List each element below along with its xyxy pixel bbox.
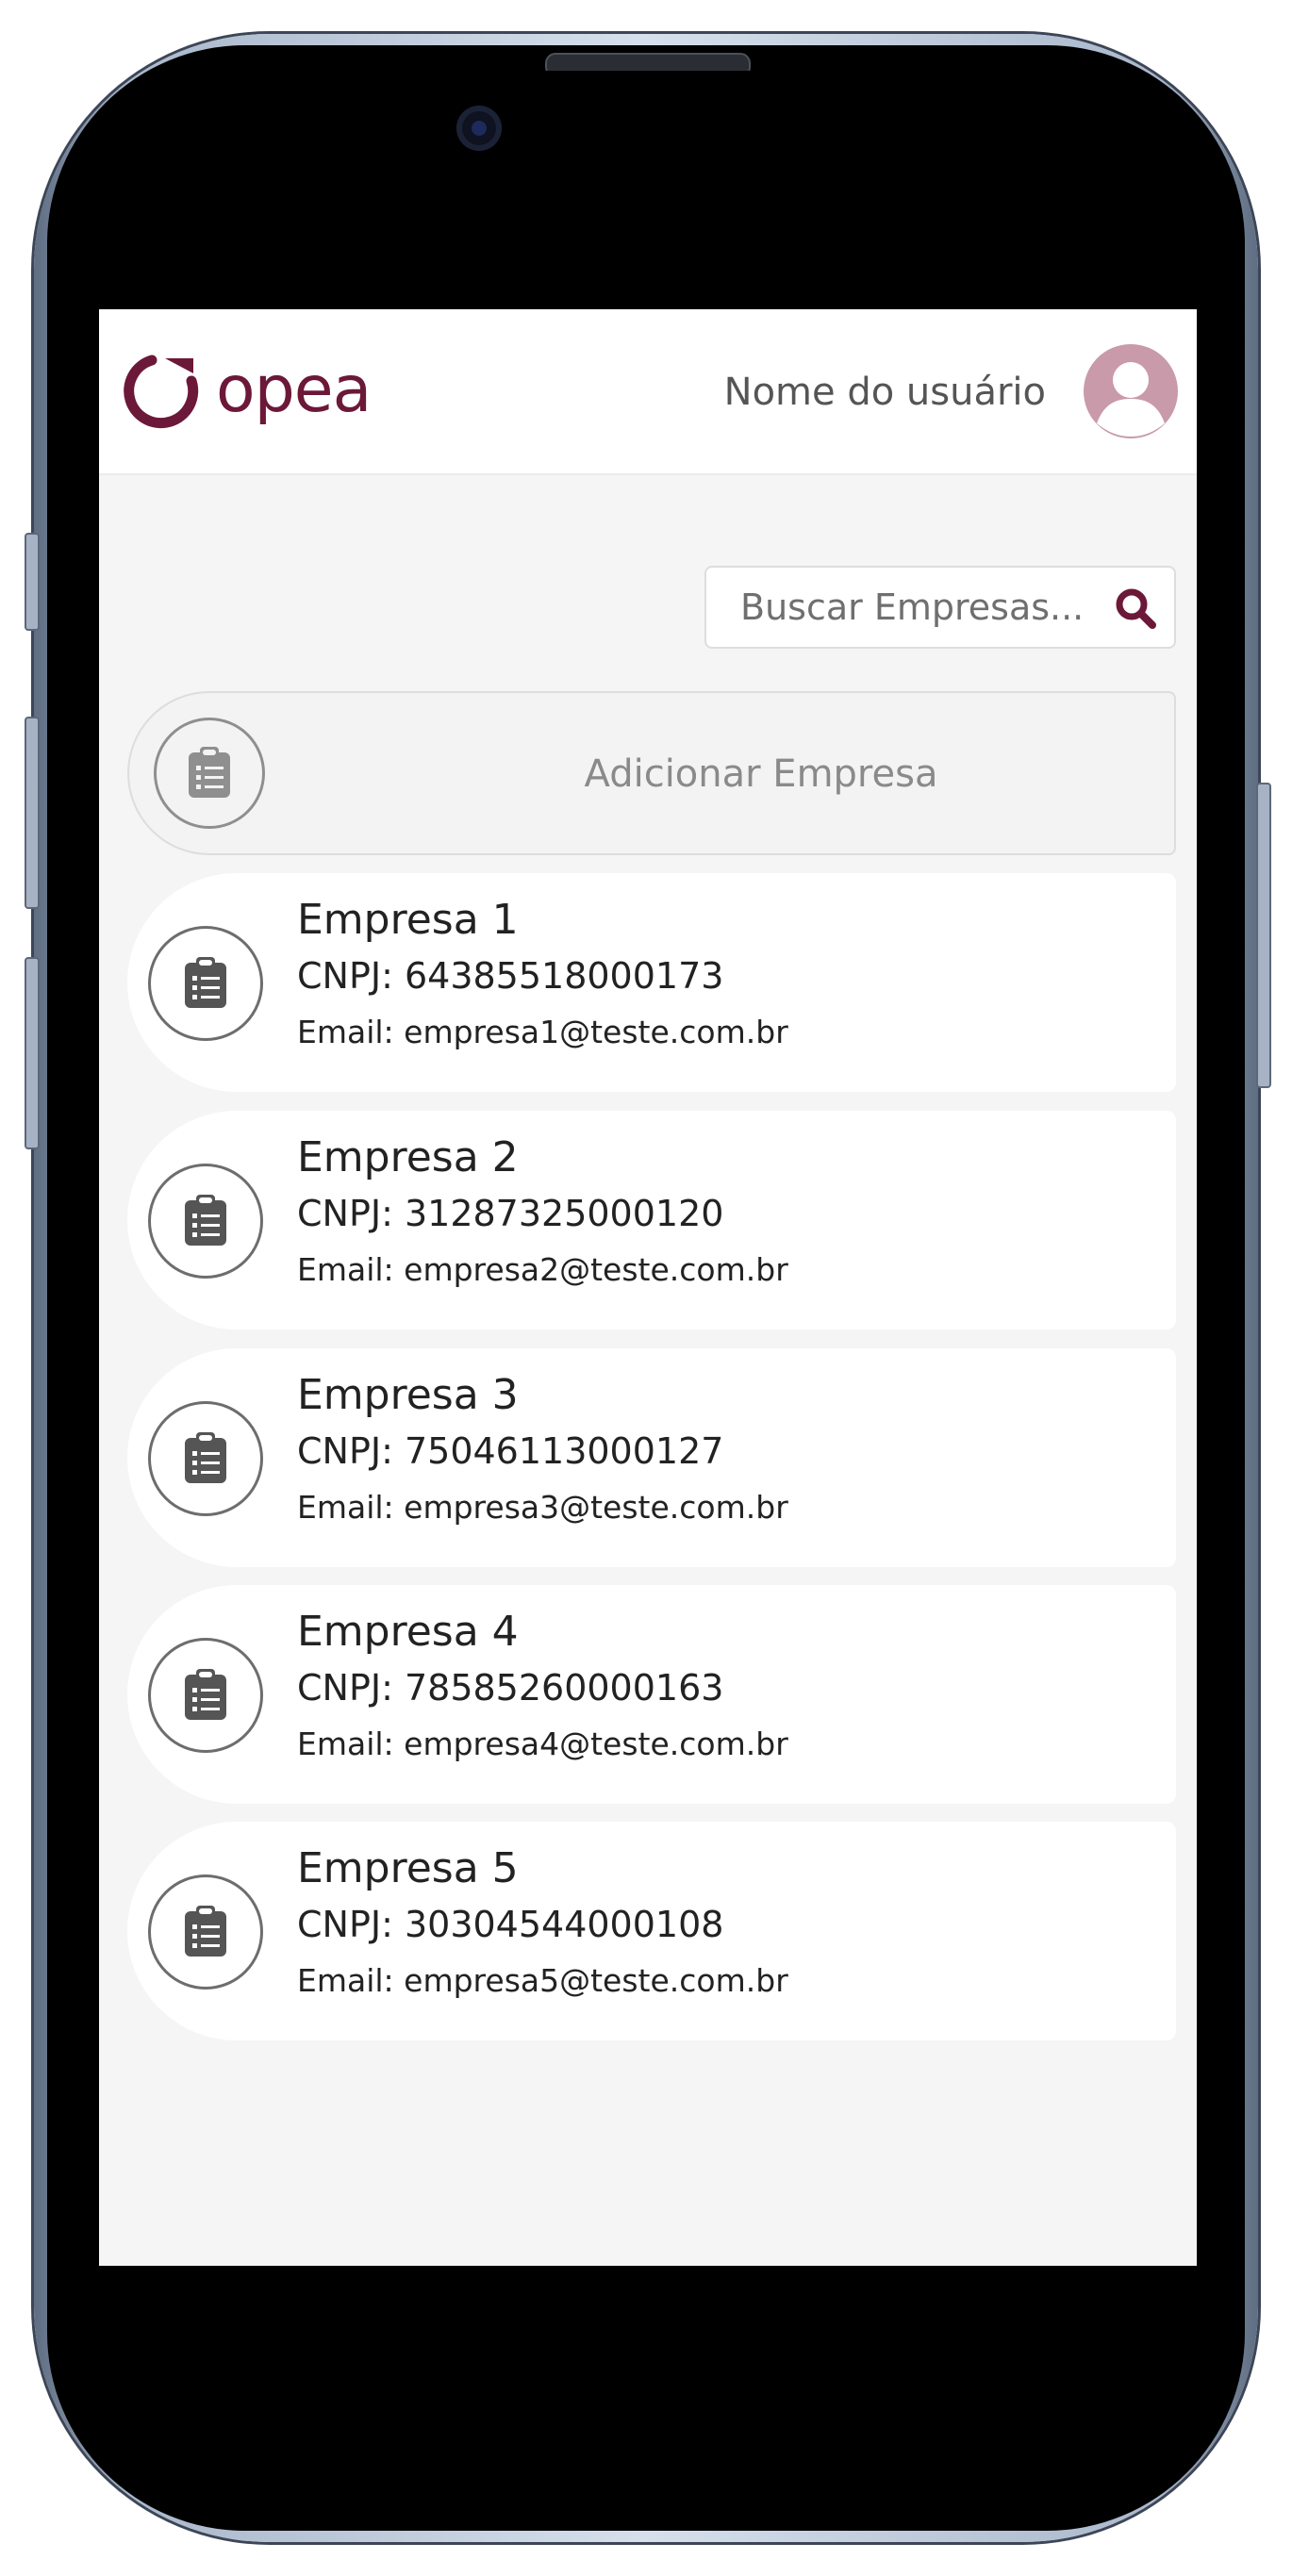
user-avatar-icon[interactable]	[1084, 344, 1178, 438]
company-icon-circle	[148, 1638, 263, 1753]
company-card[interactable]: Empresa 4 CNPJ: 78585260000163 Email: em…	[127, 1585, 1176, 1804]
company-card[interactable]: Empresa 2 CNPJ: 31287325000120 Email: em…	[127, 1111, 1176, 1329]
company-cnpj: CNPJ: 75046113000127	[297, 1430, 724, 1472]
clipboard-list-icon	[185, 1669, 226, 1720]
opea-ring-logo-icon	[124, 355, 199, 429]
company-cnpj: CNPJ: 30304544000108	[297, 1904, 724, 1945]
company-cnpj: CNPJ: 78585260000163	[297, 1667, 724, 1709]
company-email: Email: empresa2@teste.com.br	[297, 1251, 788, 1288]
add-company-button[interactable]: Adicionar Empresa	[127, 691, 1176, 855]
phone-camera	[456, 106, 502, 151]
company-email: Email: empresa4@teste.com.br	[297, 1726, 788, 1762]
company-cnpj: CNPJ: 31287325000120	[297, 1193, 724, 1234]
phone-power-button	[1256, 783, 1271, 1088]
search-input[interactable]	[740, 583, 1089, 632]
phone-volume-up-button	[25, 717, 40, 909]
add-company-label: Adicionar Empresa	[584, 752, 938, 796]
company-name: Empresa 4	[297, 1608, 519, 1656]
company-name: Empresa 5	[297, 1844, 519, 1892]
avatar-silhouette-icon	[1097, 362, 1165, 437]
phone-volume-down-button	[25, 957, 40, 1149]
company-name: Empresa 3	[297, 1371, 519, 1419]
add-company-icon-circle	[154, 718, 265, 829]
clipboard-list-icon	[185, 1432, 226, 1483]
phone-mute-switch	[25, 533, 40, 631]
company-name: Empresa 1	[297, 896, 519, 944]
company-icon-circle	[148, 1874, 263, 1990]
search-box	[704, 566, 1176, 649]
company-email: Email: empresa1@teste.com.br	[297, 1014, 788, 1050]
clipboard-list-icon	[185, 1906, 226, 1957]
company-icon-circle	[148, 1164, 263, 1279]
clipboard-list-icon	[189, 747, 230, 798]
clipboard-list-icon	[185, 1195, 226, 1246]
brand-name: opea	[216, 353, 372, 427]
company-email: Email: empresa3@teste.com.br	[297, 1489, 788, 1526]
company-card[interactable]: Empresa 1 CNPJ: 64385518000173 Email: em…	[127, 873, 1176, 1092]
company-cnpj: CNPJ: 64385518000173	[297, 955, 724, 997]
company-email: Email: empresa5@teste.com.br	[297, 1962, 788, 1999]
company-icon-circle	[148, 926, 263, 1041]
brand-logo[interactable]: opea	[124, 343, 372, 438]
company-card[interactable]: Empresa 3 CNPJ: 75046113000127 Email: em…	[127, 1348, 1176, 1567]
app-header: opea Nome do usuário	[99, 309, 1197, 475]
search-icon[interactable]	[1114, 586, 1157, 630]
company-icon-circle	[148, 1401, 263, 1516]
company-card[interactable]: Empresa 5 CNPJ: 30304544000108 Email: em…	[127, 1822, 1176, 2040]
clipboard-list-icon	[185, 957, 226, 1008]
company-name: Empresa 2	[297, 1133, 519, 1181]
app-screen: opea Nome do usuário Adi	[99, 309, 1197, 2266]
user-name-label[interactable]: Nome do usuário	[724, 366, 1046, 419]
